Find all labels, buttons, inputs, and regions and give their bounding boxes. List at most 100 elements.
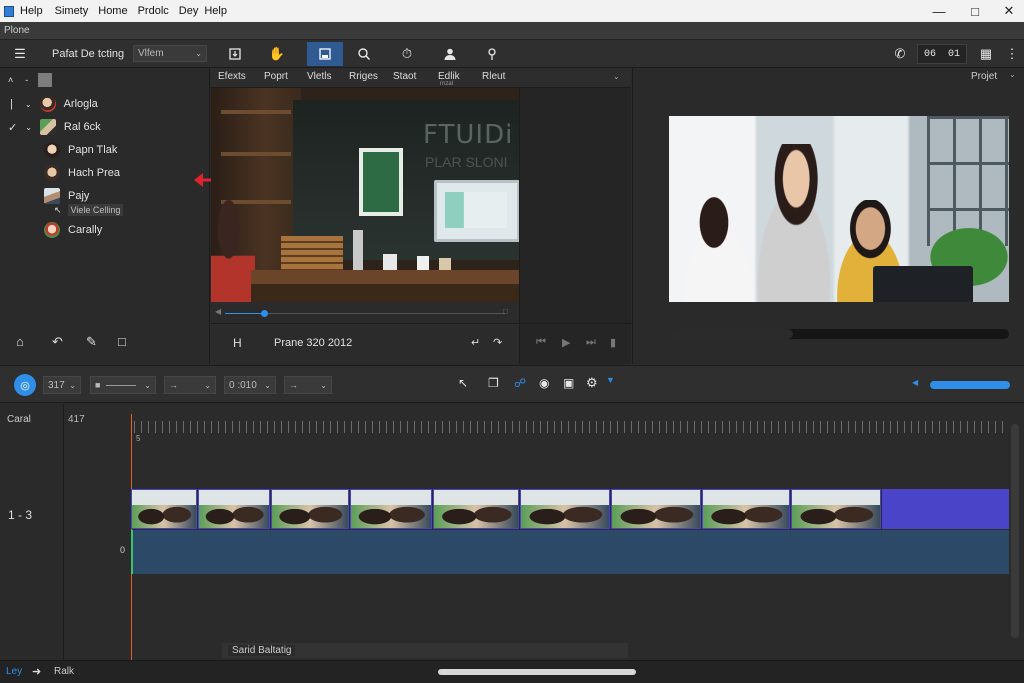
counter-box[interactable]: 06 01 [917,44,967,64]
import-icon[interactable] [221,42,249,66]
snap-dropdown[interactable]: → ⌄ [164,376,216,394]
avatar [44,142,60,158]
skip-back-icon[interactable]: ⏮ [536,336,546,349]
clip-thumbnail[interactable] [350,489,432,529]
desk-base [251,284,519,302]
timecode-field[interactable]: 0 :010 ⌄ [224,376,276,394]
menu-home[interactable]: Home [98,5,127,17]
timeline-ruler[interactable] [134,421,1008,433]
menu-simety[interactable]: Simety [55,5,89,17]
preview-scrub-bar[interactable]: ◀ □ [211,302,519,324]
home-icon[interactable]: ⌂ [16,334,24,349]
skip-forward-icon[interactable]: ⏭ [586,336,596,349]
settings-icon[interactable]: ⚙ [586,375,598,391]
undo-icon[interactable]: ↶ [52,334,63,350]
hamburger-menu-icon[interactable]: ☰ [6,42,34,66]
list-item[interactable]: ↖ Viele Celling [0,202,210,218]
timeline-scrollbar[interactable] [1011,424,1019,638]
grid-settings-icon[interactable]: ▦ [972,42,1000,66]
tab-poprt[interactable]: Poprt [264,71,288,82]
clip-label-bar[interactable]: Sarid Baltatig [222,643,628,658]
ruler-mark: 5 [136,434,141,443]
link-icon[interactable]: ☍ [514,376,526,390]
horizontal-scrollbar[interactable] [438,669,636,675]
close-icon[interactable]: ✕ [992,0,1024,22]
clip-thumbnail[interactable] [702,489,790,529]
list-item[interactable]: Hach Prea [0,163,210,183]
audio-track[interactable] [131,530,1009,574]
clip-empty-region[interactable] [882,489,1009,529]
clip-thumbnail[interactable] [271,489,349,529]
volume-left-icon[interactable]: ◀ [912,378,918,387]
list-item-label: Ral 6ck [63,121,101,133]
scrub-handle[interactable] [261,310,268,317]
list-item[interactable]: | ⌄ Arlogla [0,94,210,114]
phone-icon[interactable]: ✆ [886,42,914,66]
menu-help-2[interactable]: Help [204,5,227,17]
menu-dey[interactable]: Dey [179,5,199,17]
search-icon[interactable] [350,42,378,66]
camera-icon[interactable]: ▣ [563,376,574,390]
pen-icon[interactable]: ✎ [86,334,97,350]
play-icon[interactable]: ▶ [562,336,570,349]
viewer-progress-track[interactable] [669,329,1009,339]
globe-icon[interactable]: ◎ [14,374,36,396]
tab-efexts[interactable]: Efexts [218,71,246,82]
chevron-down-icon[interactable]: ⌄ [613,72,620,81]
chevron-down-icon[interactable]: ⌄ [1009,70,1016,79]
list-item[interactable]: Carally [0,220,210,240]
direction-dropdown[interactable]: → ⌄ [284,376,332,394]
clip-thumbnail[interactable] [433,489,519,529]
pin-icon[interactable] [478,42,506,66]
list-item-label: Carally [68,224,103,236]
tab-staot[interactable]: Staot [393,71,416,82]
track-header-column: Caral 1 - 3 [0,404,64,660]
clip-thumbnail[interactable] [611,489,701,529]
marker-circle-icon[interactable]: ◉ [539,376,549,390]
main-toolbar: ☰ Pafat De tcting Vlfem ⌄ ✋ ⏱ ✆ 06 01 ▦ … [0,40,1024,68]
avatar [39,119,56,135]
minimize-icon[interactable]: — [922,0,956,22]
clip-thumbnail[interactable] [791,489,881,529]
bottle [353,230,363,270]
menu-prdolc[interactable]: Prdolc [138,5,169,17]
maximize-icon[interactable]: □ [958,0,992,22]
end-icon[interactable]: ▮ [610,336,616,349]
tab-rriges[interactable]: Rriges [349,71,378,82]
hand-icon[interactable]: ✋ [263,42,291,66]
list-item[interactable]: Papn Tlak [0,140,210,160]
chevron-down-icon[interactable]: ⌄ [25,100,32,109]
clip-thumbnail[interactable] [198,489,270,529]
list-item-label: Pajy [68,190,90,202]
zoom-dropdown[interactable]: 317 ⌄ [43,376,81,394]
menu-help[interactable]: Help [20,5,43,17]
view-dropdown[interactable]: Vlfem ⌄ [133,45,207,62]
track-size-dropdown[interactable]: ■ ⌄ [90,376,156,394]
tab-vletls[interactable]: Vletls [307,71,331,82]
clip-preview[interactable]: FTUIDi PLAR SLONI [211,88,519,302]
clip-thumbnail[interactable] [520,489,610,529]
volume-slider[interactable] [930,381,1010,389]
clip-thumbnail[interactable] [131,489,197,529]
expand-icon[interactable]: ↷ [493,336,502,349]
history-icon[interactable]: ⏱ [393,42,421,66]
collapse-icon[interactable]: ↵ [471,336,480,349]
razor-icon[interactable]: ↖ [458,376,468,390]
chevron-down-icon: ⌄ [264,380,271,390]
copy-icon[interactable]: ❐ [488,376,499,390]
user-icon[interactable] [436,42,464,66]
status-left[interactable]: Ley [6,666,22,677]
list-item[interactable]: ✓ ⌄ Ral 6ck [0,117,210,137]
program-frame[interactable] [669,116,1009,302]
collapse-up-icon[interactable]: ˄ [8,75,13,85]
fit-icon[interactable]: H [233,336,242,350]
status-bar: Ley ➜ Ralk [0,660,1024,683]
tab-rleut[interactable]: Rleut [482,71,505,82]
comment-icon[interactable]: □ [118,334,126,349]
chevron-down-icon[interactable]: ▼ [606,375,615,385]
save-icon[interactable] [307,42,343,66]
avatar [39,96,56,112]
more-options-icon[interactable]: ⋮ [998,42,1024,66]
check-icon[interactable]: ✓ [8,121,17,134]
chevron-down-icon[interactable]: ⌄ [25,123,32,132]
